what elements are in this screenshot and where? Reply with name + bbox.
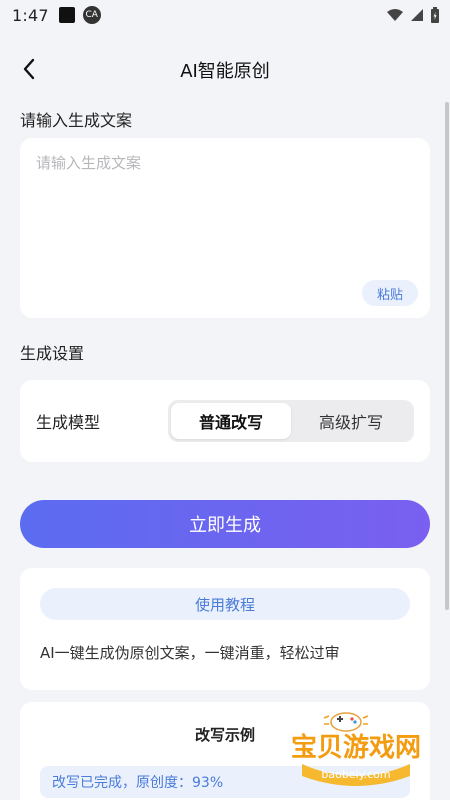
back-button[interactable] <box>14 54 44 84</box>
generate-button[interactable]: 立即生成 <box>20 500 430 548</box>
scrollbar[interactable] <box>445 102 449 610</box>
status-time: 1:47 <box>12 5 49 25</box>
status-bar: 1:47 CA <box>0 0 450 30</box>
example-card: 改写示例 改写已完成，原创度：93% <box>20 702 430 800</box>
input-section-label: 请输入生成文案 <box>20 111 133 130</box>
cellular-signal-icon <box>411 9 423 21</box>
option-advanced-expand[interactable]: 高级扩写 <box>291 403 411 439</box>
model-selector: 普通改写 高级扩写 <box>168 400 414 442</box>
notification-square-icon <box>58 7 75 23</box>
status-icons <box>386 7 440 23</box>
content-input[interactable] <box>36 152 416 272</box>
model-label: 生成模型 <box>36 413 101 432</box>
example-title: 改写示例 <box>194 726 255 744</box>
input-card: 粘贴 <box>20 138 430 318</box>
option-normal-rewrite[interactable]: 普通改写 <box>171 403 291 439</box>
settings-section-label: 生成设置 <box>20 344 85 363</box>
notification-app-icon: CA <box>82 6 101 24</box>
tutorial-card: 使用教程 AI一键生成伪原创文案，一键消重，轻松过审 <box>20 568 430 690</box>
settings-card: 生成模型 普通改写 高级扩写 <box>20 380 430 462</box>
paste-button[interactable]: 粘贴 <box>362 280 418 306</box>
wifi-icon <box>387 9 403 21</box>
battery-icon <box>431 7 439 23</box>
feature-description: AI一键生成伪原创文案，一键消重，轻松过审 <box>40 644 340 662</box>
page-title: AI智能原创 <box>180 61 270 82</box>
chevron-left-icon <box>23 58 35 80</box>
tutorial-button[interactable]: 使用教程 <box>40 588 410 620</box>
header: AI智能原创 <box>0 48 450 92</box>
example-status: 改写已完成，原创度：93% <box>40 766 410 798</box>
